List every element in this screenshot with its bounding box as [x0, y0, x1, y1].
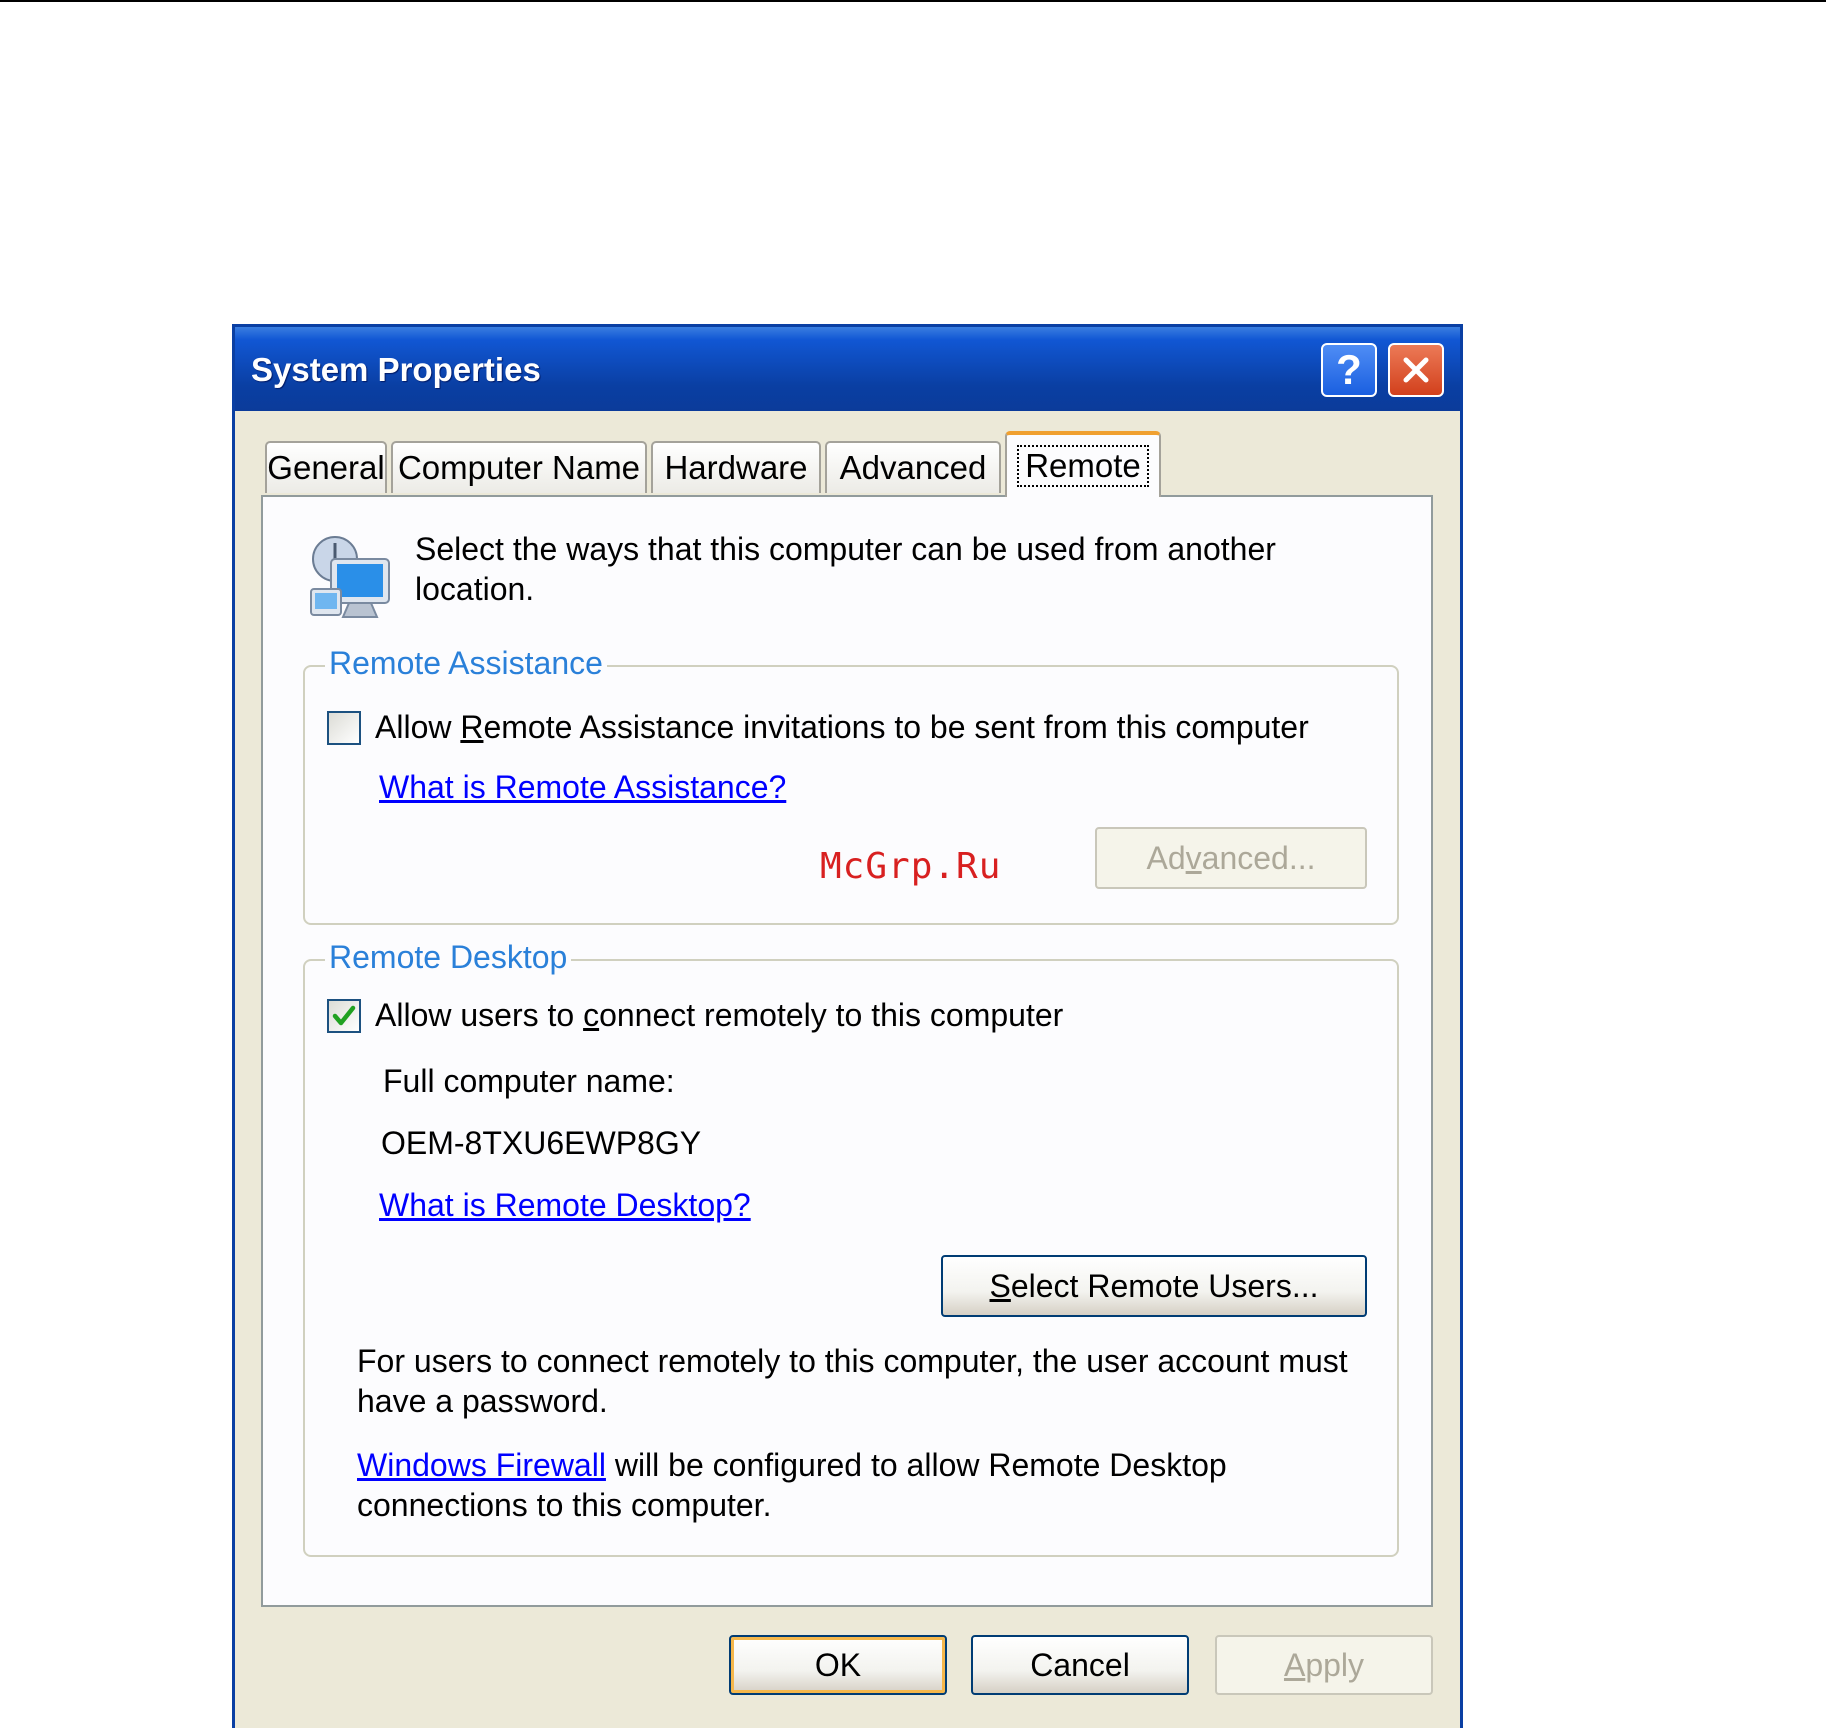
tab-advanced[interactable]: Advanced: [825, 441, 1001, 493]
tab-label: Computer Name: [397, 449, 641, 486]
tab-remote[interactable]: Remote: [1005, 431, 1161, 497]
help-button[interactable]: ?: [1321, 343, 1377, 397]
close-button[interactable]: [1388, 343, 1444, 397]
label-text: anced...: [1201, 839, 1316, 876]
system-properties-dialog: System Properties ? General Computer Nam…: [232, 324, 1463, 1728]
title-bar[interactable]: System Properties ?: [235, 327, 1460, 411]
tab-label: General: [267, 449, 385, 486]
ok-button[interactable]: OK: [729, 1635, 947, 1695]
what-is-remote-desktop-link[interactable]: What is Remote Desktop?: [379, 1185, 751, 1225]
mnemonic: c: [583, 997, 600, 1033]
label-text: Allow users to: [375, 997, 584, 1033]
label-text: emote Assistance invitations to be sent …: [483, 709, 1309, 745]
mnemonic: A: [1283, 1646, 1306, 1683]
remote-desktop-legend: Remote Desktop: [325, 937, 572, 977]
page-top-rule: [0, 0, 1826, 2]
remote-assistance-checkbox[interactable]: [327, 711, 361, 745]
tab-label: Remote: [1017, 445, 1149, 487]
label-text: Cancel: [1030, 1646, 1130, 1683]
label-text: onnect remotely to this computer: [599, 997, 1064, 1033]
close-icon: [1403, 357, 1429, 383]
what-is-remote-assistance-link[interactable]: What is Remote Assistance?: [379, 767, 786, 807]
help-icon: ?: [1336, 346, 1362, 393]
tab-general[interactable]: General: [265, 441, 387, 493]
password-note: For users to connect remotely to this co…: [357, 1343, 1348, 1419]
intro-text: Select the ways that this computer can b…: [415, 531, 1276, 607]
advanced-button[interactable]: Ad v anced...: [1095, 827, 1367, 889]
full-computer-name-label: Full computer name:: [383, 1063, 675, 1099]
label-text: Ad: [1146, 839, 1186, 876]
firewall-note: Windows Firewall will be configured to a…: [357, 1445, 1377, 1525]
mnemonic: v: [1185, 839, 1202, 876]
label-text: pply: [1305, 1646, 1365, 1683]
apply-button[interactable]: Apply: [1215, 1635, 1433, 1695]
mnemonic: R: [460, 709, 484, 745]
mnemonic: S: [989, 1267, 1011, 1304]
remote-desktop-group: Remote Desktop Allow users to connect re…: [303, 937, 1399, 1557]
checkmark-icon: [332, 1005, 356, 1026]
remote-computer-icon: [310, 536, 390, 618]
tab-label: Advanced: [839, 449, 987, 486]
select-remote-users-button[interactable]: Select Remote Users...: [941, 1255, 1367, 1317]
tab-hardware[interactable]: Hardware: [651, 441, 821, 493]
remote-desktop-checkbox-label[interactable]: Allow users to connect remotely to this …: [375, 995, 1063, 1035]
tab-computer-name[interactable]: Computer Name: [391, 441, 647, 493]
remote-tab-panel: Select the ways that this computer can b…: [261, 495, 1433, 1607]
remote-desktop-checkbox[interactable]: [327, 999, 361, 1033]
label-text: OK: [814, 1646, 862, 1683]
windows-firewall-link[interactable]: Windows Firewall: [357, 1447, 606, 1483]
watermark: McGrp.Ru: [820, 846, 1002, 887]
remote-assistance-checkbox-label[interactable]: Allow Remote Assistance invitations to b…: [375, 707, 1309, 747]
label-text: Allow: [375, 709, 461, 745]
remote-assistance-legend: Remote Assistance: [325, 643, 607, 683]
window-title: System Properties: [251, 351, 541, 388]
tab-label: Hardware: [664, 449, 808, 486]
computer-name-value: OEM-8TXU6EWP8GY: [381, 1125, 702, 1161]
label-text: elect Remote Users...: [1010, 1267, 1319, 1304]
cancel-button[interactable]: Cancel: [971, 1635, 1189, 1695]
